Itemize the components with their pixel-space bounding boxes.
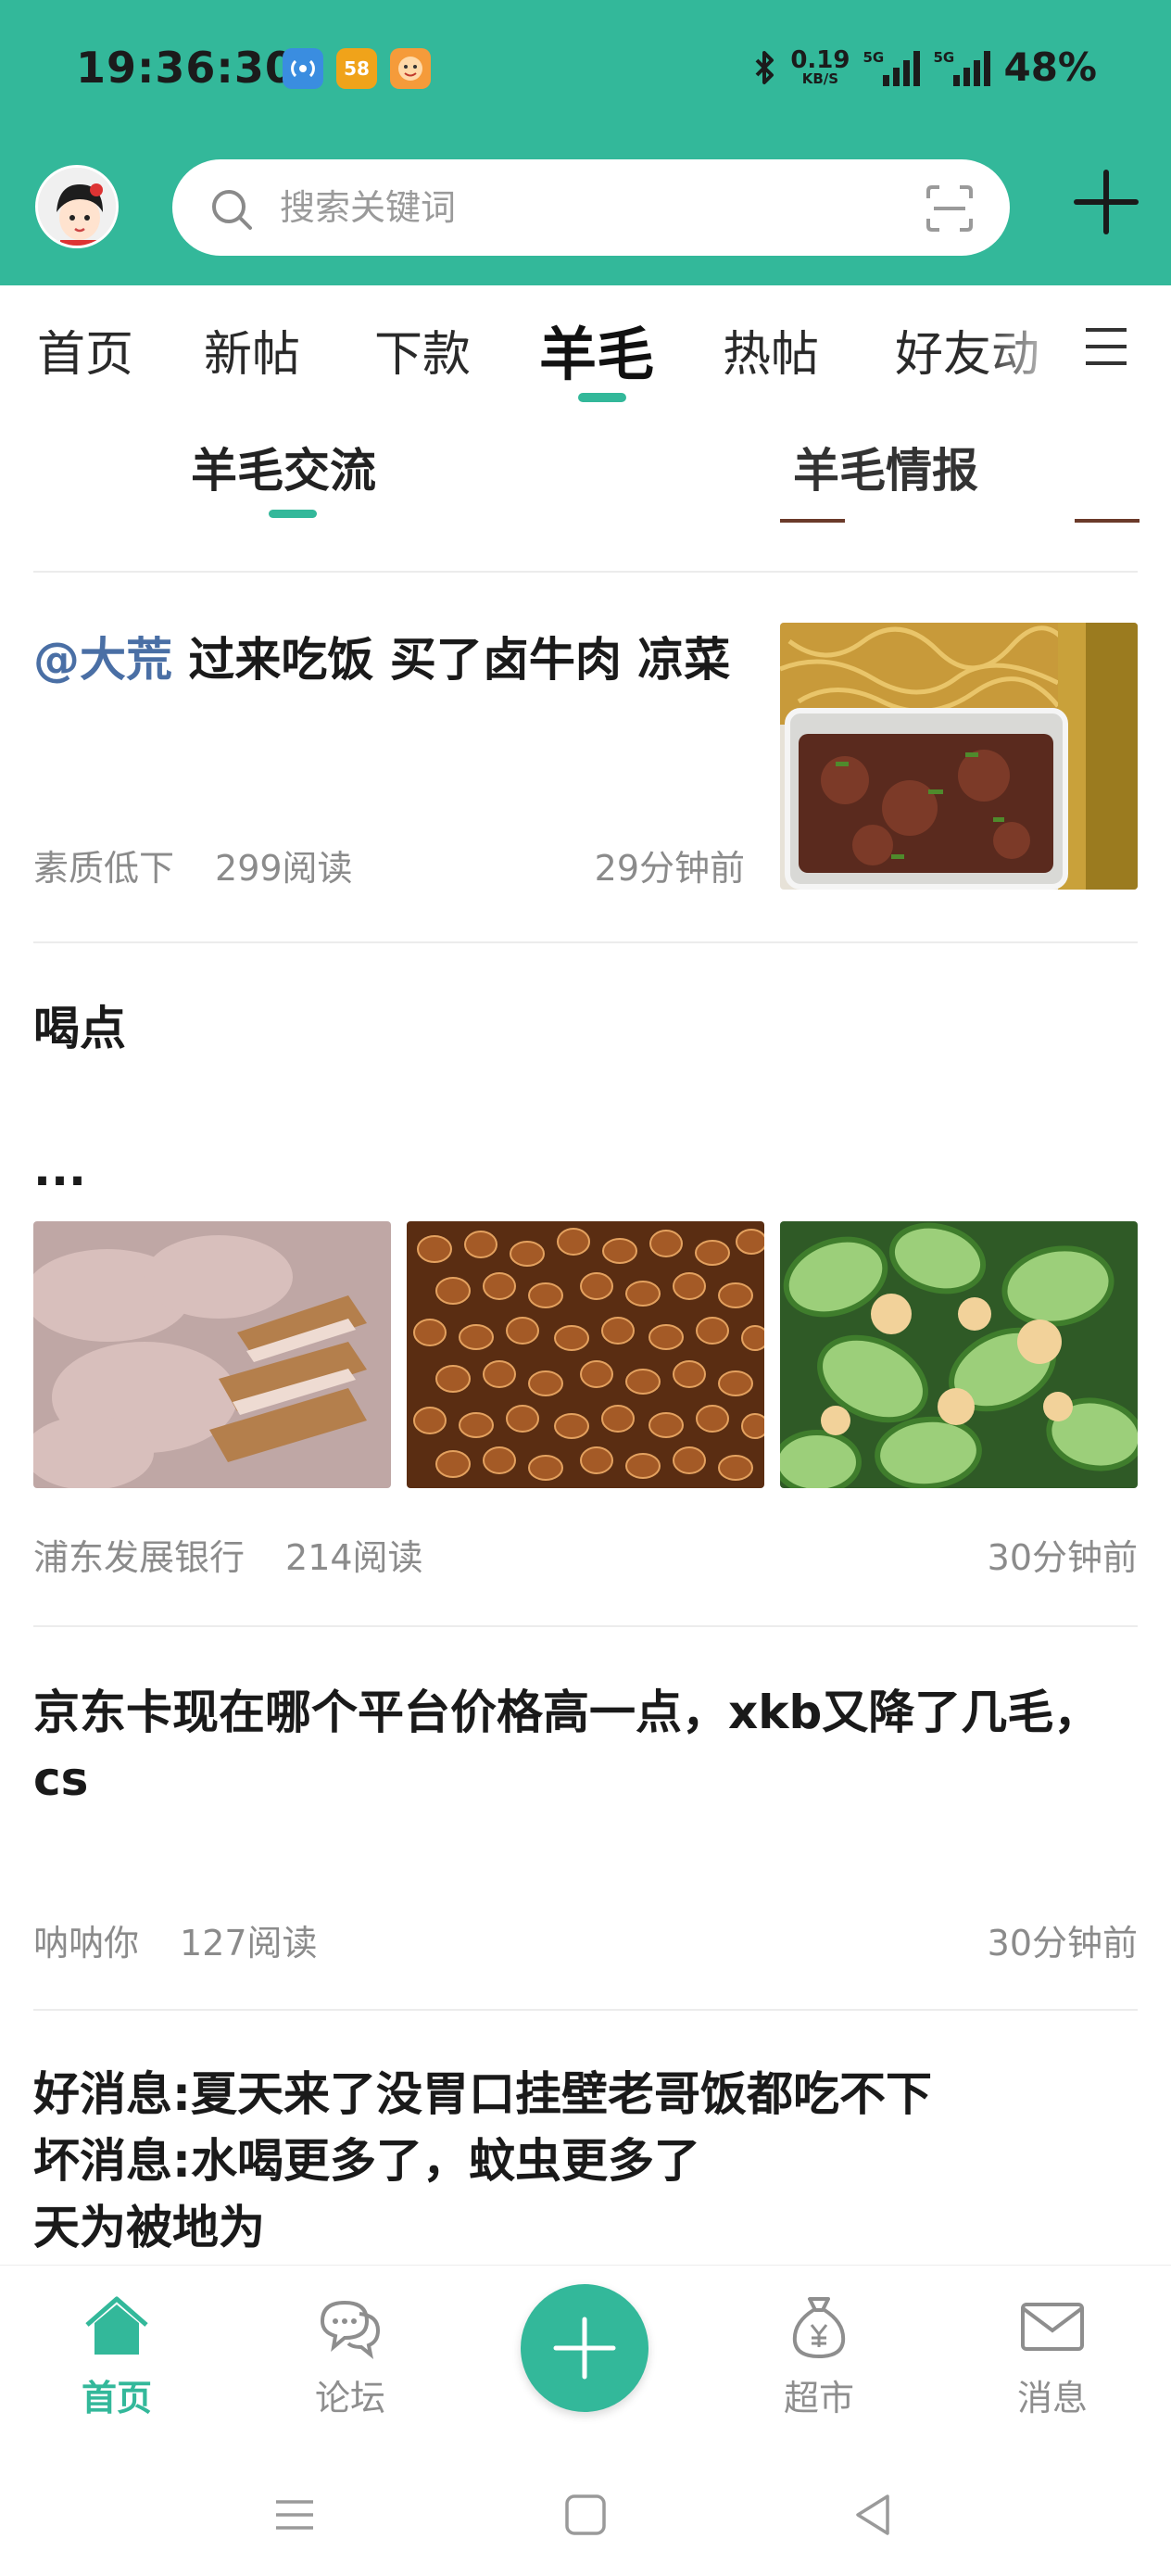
post-meta: 浦东发展银行 214阅读 (33, 1529, 423, 1580)
post-author[interactable]: 浦东发展银行 (33, 1529, 245, 1580)
post-time: 30分钟前 (987, 1923, 1138, 1964)
status-bar: 19:36:30 58 0.19 KB/S 5G 5G 48% (0, 0, 1171, 139)
divider (33, 2009, 1138, 2011)
post-title-line: 坏消息:水喝更多了，蚊虫更多了 (33, 2134, 700, 2188)
signal-strength-sim1-icon: 5G (863, 48, 921, 86)
post-reads: 214阅读 (285, 1537, 423, 1578)
add-post-plus-icon[interactable] (1073, 169, 1140, 235)
subtab-deal-news[interactable]: 羊毛情报 (793, 434, 978, 500)
58-app-icon: 58 (336, 48, 377, 89)
cucumber-egg-photo[interactable] (780, 1221, 1138, 1488)
app-header (0, 148, 1171, 269)
decor-line-right (1075, 519, 1140, 523)
hotspot-app-icon (283, 48, 323, 89)
sliced-pork-photo[interactable] (33, 1221, 391, 1488)
post-meta: 呐呐你 127阅读 (33, 1914, 318, 1965)
divider (33, 1625, 1138, 1627)
bluetooth-icon (755, 50, 774, 84)
scan-icon[interactable] (925, 183, 975, 234)
tab-hot-posts[interactable]: 热帖 (723, 315, 819, 385)
post-title: 好消息:夏天来了没胃口挂壁老哥饭都吃不下 坏消息:水喝更多了，蚊虫更多了 天为被… (33, 2061, 1136, 2261)
category-tabs: 首页 新帖 下款 羊毛 热帖 好友动 (0, 297, 1171, 408)
home-icon (85, 2296, 148, 2355)
notification-app-icons: 58 (283, 48, 431, 89)
signal-sim2-label: 5G (933, 48, 955, 66)
nav-market[interactable]: 超市 (745, 2290, 893, 2420)
home-square-icon[interactable] (558, 2487, 613, 2543)
status-time: 19:36:30 (76, 43, 296, 93)
divider (33, 941, 1138, 943)
nav-messages-label: 消息 (1016, 2378, 1088, 2418)
recent-apps-icon[interactable] (267, 2487, 322, 2543)
post-title: @大荒 过来吃饭 买了卤牛肉 凉菜 (33, 626, 756, 693)
create-post-button[interactable] (521, 2284, 648, 2412)
nav-home[interactable]: 首页 (43, 2290, 191, 2420)
signal-strength-sim2-icon: 5G (933, 48, 991, 86)
active-tab-indicator (578, 393, 626, 402)
nav-home-label: 首页 (81, 2378, 152, 2418)
post-mention[interactable]: @大荒 (33, 633, 172, 687)
post-meta: 素质低下 299阅读 (33, 840, 353, 890)
plus-icon (553, 2317, 616, 2380)
envelope-icon (1021, 2303, 1084, 2351)
cartoon-app-icon (390, 48, 431, 89)
post-title-text: 过来吃饭 买了卤牛肉 凉菜 (172, 633, 731, 687)
tab-new-posts[interactable]: 新帖 (204, 315, 300, 385)
post-excerpt: ... (33, 1143, 86, 1196)
post-reads: 299阅读 (215, 848, 353, 889)
nav-market-label: 超市 (783, 2378, 854, 2418)
search-input[interactable] (280, 159, 873, 256)
post-title-line: 天为被地为 (33, 2201, 265, 2254)
nav-forum-label: 论坛 (314, 2378, 385, 2418)
tab-home[interactable]: 首页 (37, 315, 133, 385)
search-icon (212, 190, 252, 230)
decor-line-left (780, 519, 845, 523)
chat-bubbles-icon (320, 2300, 381, 2359)
post-author[interactable]: 呐呐你 (33, 1914, 139, 1965)
post-author[interactable]: 素质低下 (33, 840, 174, 890)
status-indicators: 0.19 KB/S 5G 5G 48% (753, 44, 1097, 90)
tab-deals[interactable]: 羊毛 (539, 308, 654, 391)
search-bar[interactable] (172, 159, 1010, 256)
sub-tabs: 羊毛交流 羊毛情报 (0, 417, 1171, 523)
post-title: 喝点 (33, 1002, 126, 1055)
back-triangle-icon[interactable] (845, 2487, 900, 2543)
active-subtab-indicator (269, 510, 317, 518)
post-title: 京东卡现在哪个平台价格高一点，xkb又降了几毛，cs (33, 1686, 1101, 1806)
subtab-deal-discussion[interactable]: 羊毛交流 (191, 434, 376, 500)
post-title-line: 好消息:夏天来了没胃口挂壁老哥饭都吃不下 (33, 2067, 932, 2121)
avatar-cartoon-icon (38, 168, 116, 246)
tab-loans[interactable]: 下款 (374, 315, 471, 385)
money-bag-icon (792, 2297, 846, 2359)
divider (33, 571, 1138, 573)
nav-messages[interactable]: 消息 (978, 2290, 1127, 2420)
user-avatar[interactable] (35, 165, 119, 248)
post-time: 29分钟前 (594, 848, 745, 889)
network-speed-value: 0.19 (790, 46, 850, 74)
signal-sim1-label: 5G (863, 48, 885, 66)
nav-forum[interactable]: 论坛 (276, 2290, 424, 2420)
top-header-area: 19:36:30 58 0.19 KB/S 5G 5G 48% 搜索关键词 (0, 0, 1171, 285)
bottom-navigation: 首页 论坛 超市 消息 (0, 2265, 1171, 2450)
beef-and-cold-dish-photo[interactable] (780, 623, 1138, 890)
network-speed-unit: KB/S (801, 70, 839, 87)
tabs-fade-overlay (982, 297, 1084, 398)
menu-icon[interactable] (1082, 324, 1130, 369)
network-speed: 0.19 KB/S (790, 48, 850, 86)
battery-level: 48% (1003, 44, 1097, 90)
fried-peanuts-photo[interactable] (407, 1221, 764, 1488)
system-navigation-bar (0, 2450, 1171, 2576)
post-time: 30分钟前 (987, 1537, 1138, 1578)
post-reads: 127阅读 (180, 1923, 318, 1964)
